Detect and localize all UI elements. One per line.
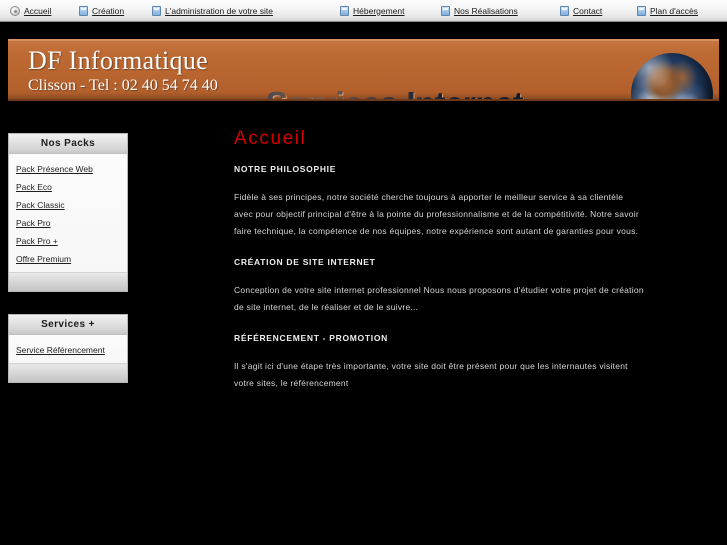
nav-item-contact[interactable]: Contact [560, 3, 602, 19]
sidebar-item-pack-eco[interactable]: Pack Eco [9, 178, 127, 196]
sidebar-box-body: Pack Présence Web Pack Eco Pack Classic … [9, 154, 127, 272]
nav-item-label: Contact [573, 5, 603, 16]
brand-block: DF Informatique Clisson - Tel : 02 40 54… [28, 46, 218, 95]
sidebar-box-body: Service Référencement [9, 335, 127, 363]
main-content: Accueil NOTRE PHILOSOPHIE Fidèle à ses p… [234, 128, 654, 408]
nav-item-nos-r-alisations[interactable]: Nos Réalisations [441, 3, 518, 19]
sidebar-box-footer [9, 363, 127, 382]
brand-name: DF Informatique [28, 46, 208, 75]
site-banner: DF Informatique Clisson - Tel : 02 40 54… [8, 39, 719, 101]
section-body-referencement: Il s'agit ici d'une étape très important… [234, 361, 628, 388]
page-icon [441, 6, 450, 16]
sidebar-box-nos-packs: Nos Packs Pack Présence Web Pack Eco Pac… [8, 133, 128, 292]
nav-item-label: Nos Réalisations [454, 5, 518, 16]
sidebar-box-footer [9, 272, 127, 291]
sidebar-box-header: Services + [9, 315, 127, 335]
nav-item-label: Plan d'accès [650, 5, 698, 16]
nav-item-label: L'administration de votre site [165, 5, 273, 16]
circle-bullet-icon [10, 6, 20, 16]
nav-item-plan-dacc-s[interactable]: Plan d'accès [637, 3, 698, 19]
section-body-philosophie: Fidèle à ses principes, notre société ch… [234, 192, 639, 236]
brand-contact-line: Clisson - Tel : 02 40 54 74 40 [28, 77, 218, 94]
banner-slogan: Services Internet [266, 87, 524, 99]
nav-item-accueil[interactable]: Accueil [10, 3, 51, 19]
nav-item-ladministration-de-votre-site[interactable]: L'administration de votre site [152, 3, 273, 19]
nav-item-label: Création [92, 5, 125, 16]
nav-item-label: Accueil [24, 5, 52, 16]
page-icon [560, 6, 569, 16]
earth-globe-image [631, 53, 713, 99]
nav-item-label: Hébergement [353, 5, 405, 16]
sidebar-box-services-plus: Services + Service Référencement [8, 314, 128, 383]
section-heading-creation: CRÉATION DE SITE INTERNET [234, 257, 376, 267]
sidebar-item-pack-pro[interactable]: Pack Pro [9, 214, 127, 232]
sidebar-item-service-referencement[interactable]: Service Référencement [9, 341, 127, 359]
nav-item-h-bergement[interactable]: Hébergement [340, 3, 405, 19]
sidebar-box-header: Nos Packs [9, 134, 127, 154]
page-icon [340, 6, 349, 16]
section-body-creation: Conception de votre site internet profes… [234, 285, 644, 312]
page-icon [79, 6, 88, 16]
sidebar-item-pack-presence-web[interactable]: Pack Présence Web [9, 160, 127, 178]
page-icon [637, 6, 646, 16]
sidebar-box-title: Nos Packs [40, 138, 96, 149]
page-title: Accueil [234, 128, 307, 149]
sidebar-item-pack-pro-plus[interactable]: Pack Pro + [9, 232, 127, 250]
section-heading-philosophie: NOTRE PHILOSOPHIE [234, 164, 337, 174]
page-icon [152, 6, 161, 16]
sidebar-box-title: Services + [41, 319, 95, 330]
sidebar-item-pack-classic[interactable]: Pack Classic [9, 196, 127, 214]
nav-item-cr-ation[interactable]: Création [79, 3, 124, 19]
top-navigation-bar: Accueil Création L'administration de votre… [0, 0, 727, 22]
section-heading-referencement: RÉFÉRENCEMENT - PROMOTION [234, 333, 388, 343]
sidebar-item-offre-premium[interactable]: Offre Premium [9, 250, 127, 268]
